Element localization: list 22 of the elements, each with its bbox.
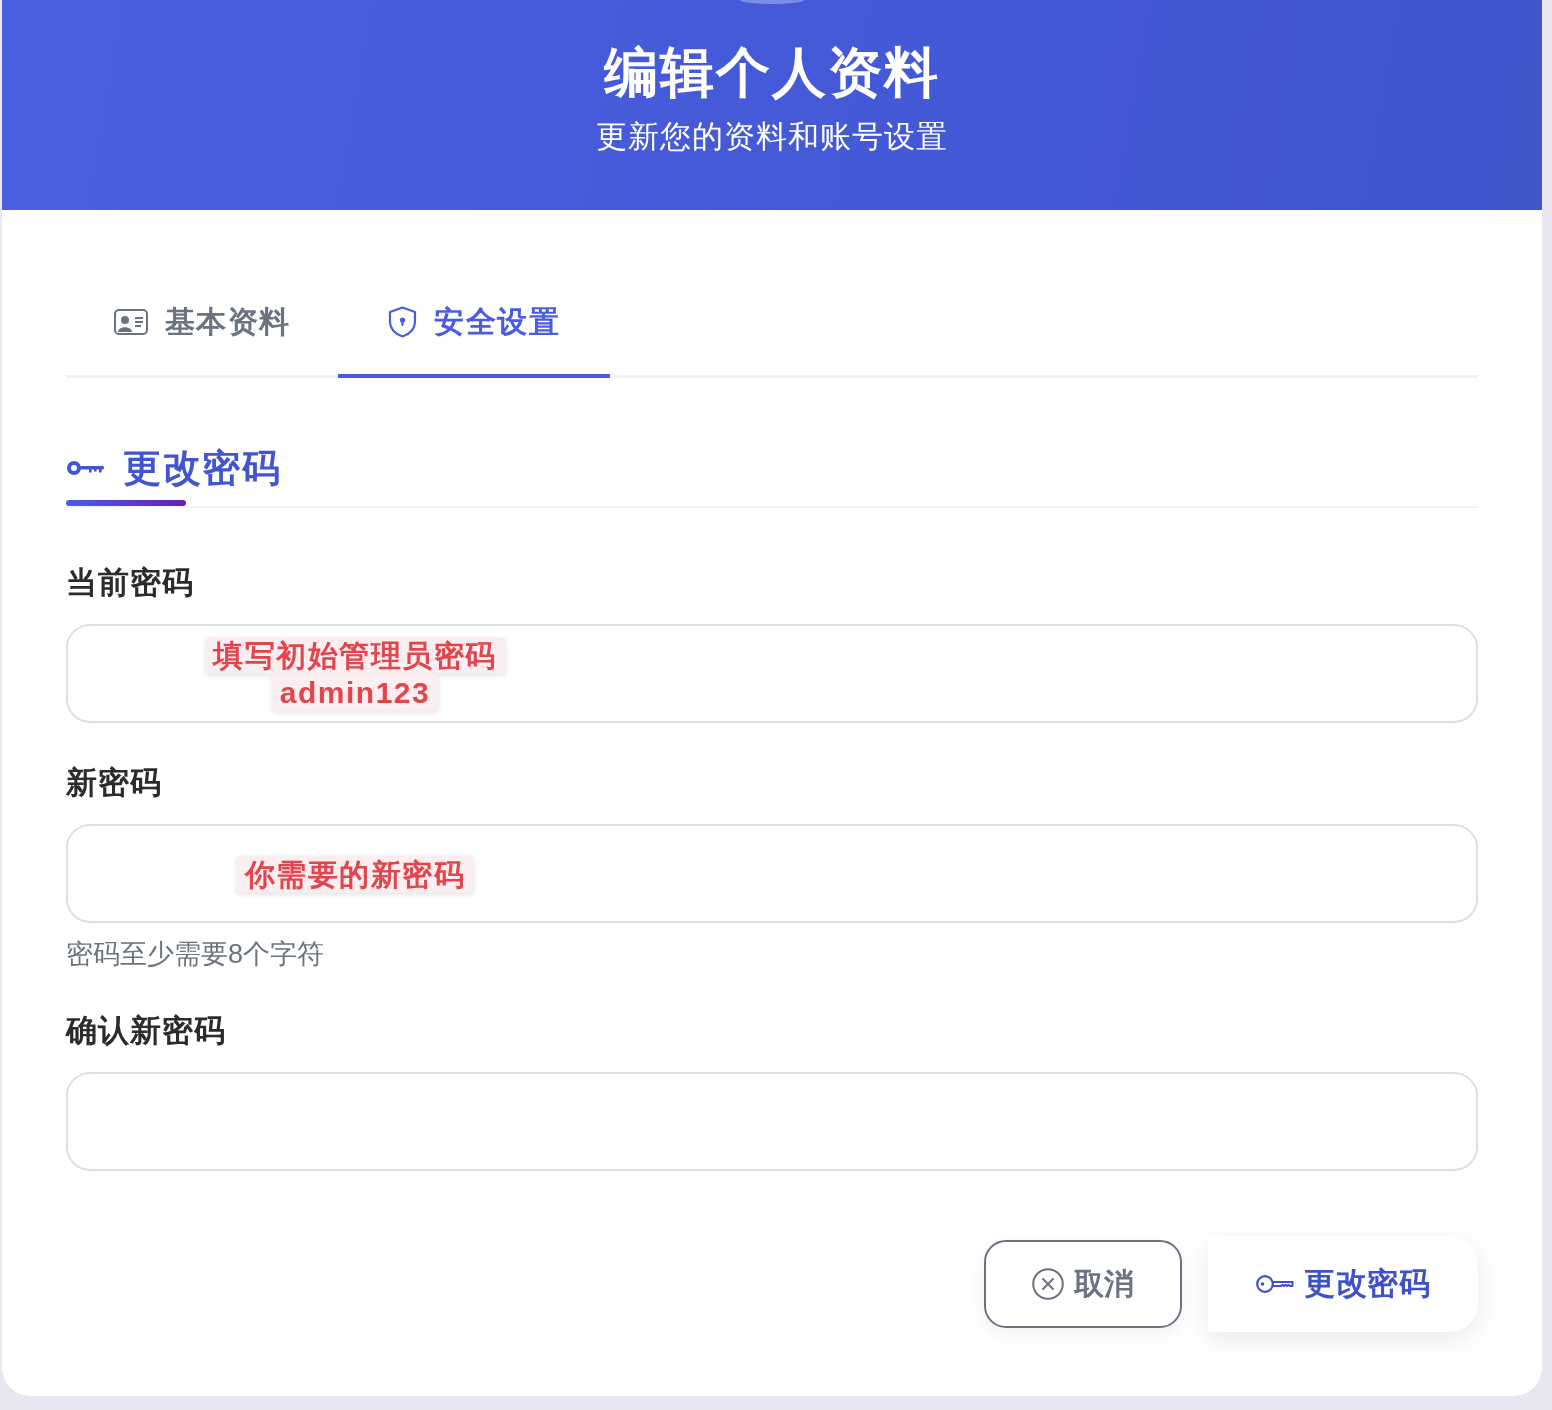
annotation-label: admin123 (271, 673, 439, 711)
annotation-label: 你需要的新密码 (236, 855, 474, 892)
annotation-label: 填写初始管理员密码 (205, 636, 505, 674)
close-circle-icon (1032, 1268, 1064, 1300)
field-label: 新密码 (66, 764, 162, 802)
tab[interactable]: 基本资料 (66, 270, 338, 378)
section-title: 更改密码 (123, 446, 281, 491)
cancel-button[interactable]: 取消 (984, 1240, 1182, 1328)
page-title: 编辑个人资料 (604, 41, 940, 104)
key-icon (1256, 1274, 1294, 1294)
page-subtitle: 更新您的资料和账号设置 (596, 118, 948, 156)
key-icon (66, 460, 104, 476)
change-password-button[interactable]: 更改密码 (1208, 1236, 1478, 1332)
id-card-icon (113, 309, 148, 335)
help-text: 密码至少需要8个字符 (66, 938, 325, 971)
shield-icon (388, 306, 417, 338)
password-field[interactable] (66, 824, 1478, 923)
field-label: 当前密码 (66, 564, 194, 602)
password-field[interactable] (66, 624, 1478, 723)
tab[interactable]: 安全设置 (338, 270, 610, 378)
field-label: 确认新密码 (66, 1012, 226, 1050)
password-field[interactable] (66, 1072, 1478, 1171)
